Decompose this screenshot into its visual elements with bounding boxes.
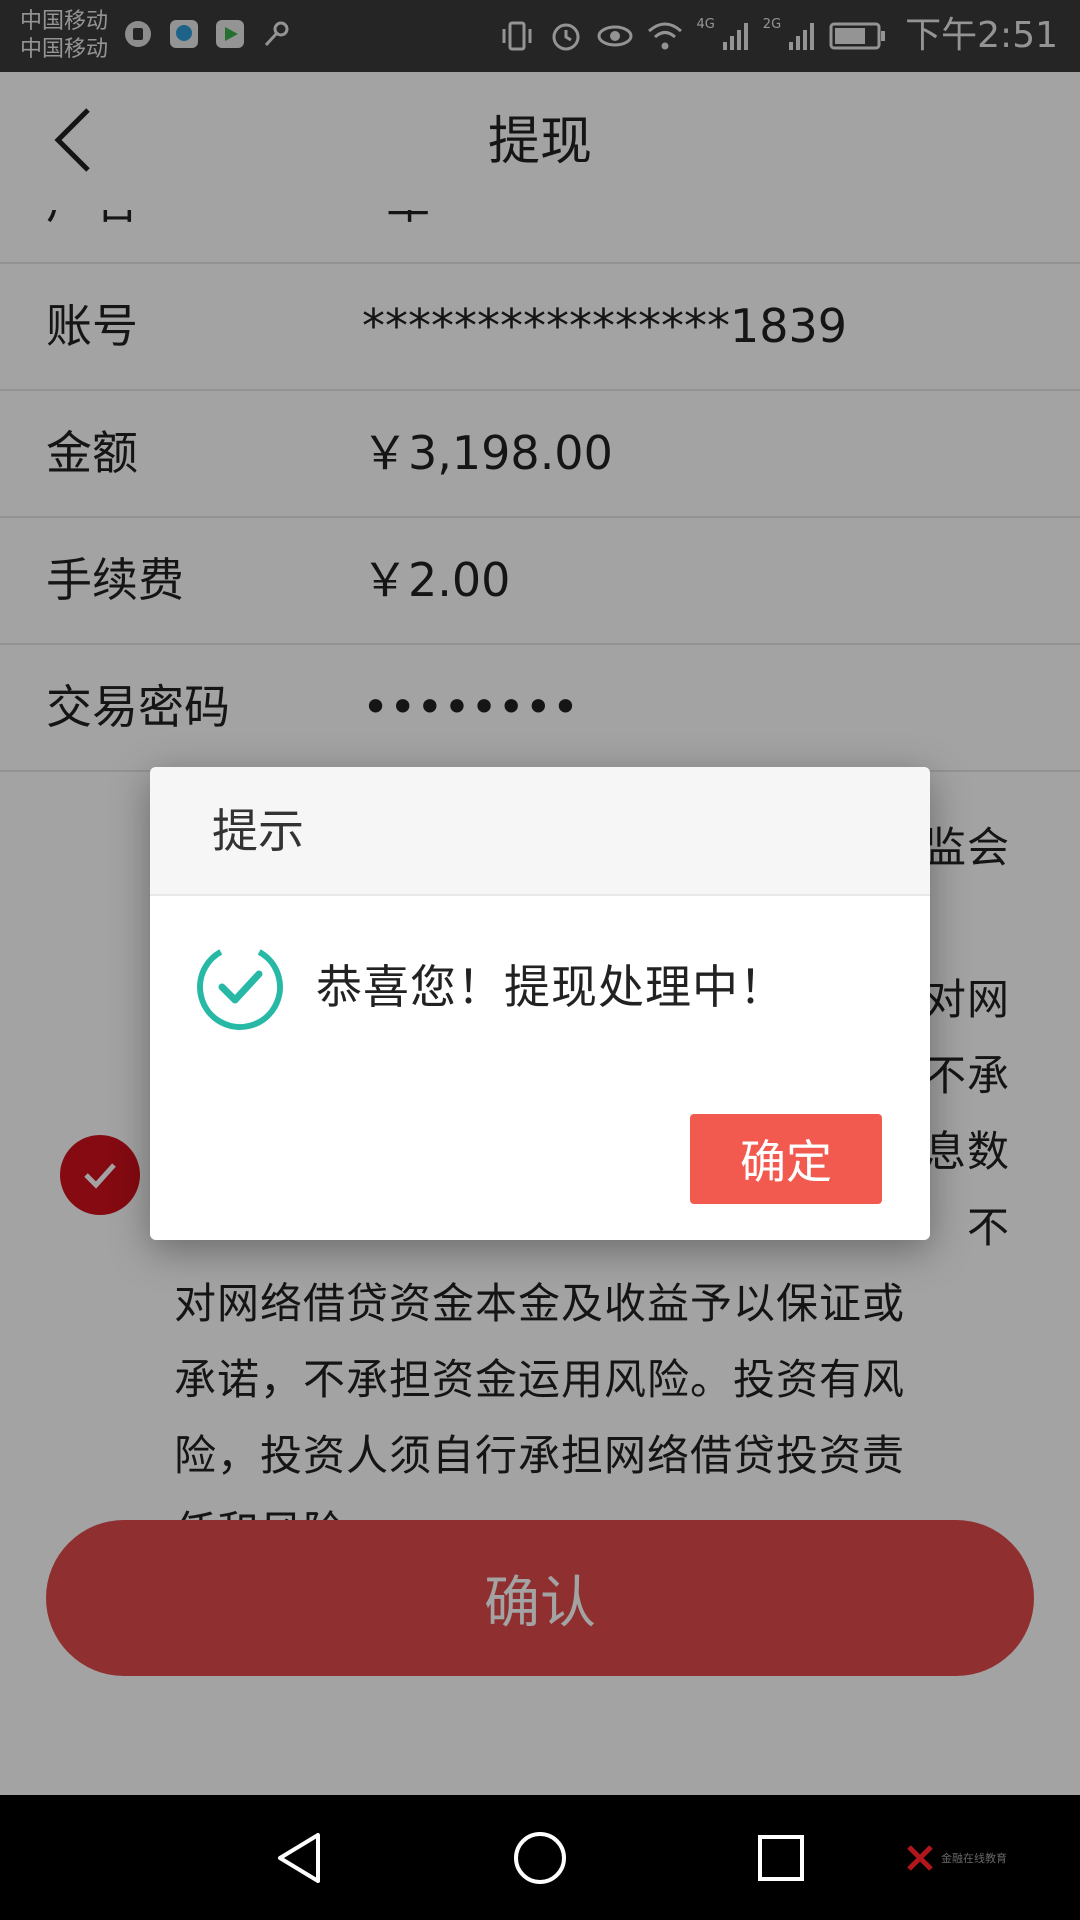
home-key[interactable] <box>509 1827 571 1889</box>
recents-square-icon <box>758 1835 804 1881</box>
check-circle-icon <box>194 941 286 1033</box>
home-circle-icon <box>514 1832 566 1884</box>
watermark: 金融在线教育 <box>905 1833 1020 1883</box>
system-navigation-bar: 金融在线教育 <box>0 1795 1080 1920</box>
dialog-message: 恭喜您！提现处理中！ <box>316 960 786 1014</box>
dialog-header: 提示 <box>150 767 930 896</box>
dialog-title: 提示 <box>212 804 304 858</box>
back-triangle-icon <box>278 1833 320 1883</box>
back-key[interactable] <box>268 1827 330 1889</box>
dialog-ok-button[interactable]: 确定 <box>690 1114 882 1204</box>
watermark-logo-icon <box>907 1845 933 1871</box>
alert-dialog: 提示 恭喜您！提现处理中！ 确定 <box>150 767 930 1240</box>
recents-key[interactable] <box>750 1827 812 1889</box>
watermark-text: 金融在线教育 <box>941 1852 1007 1865</box>
